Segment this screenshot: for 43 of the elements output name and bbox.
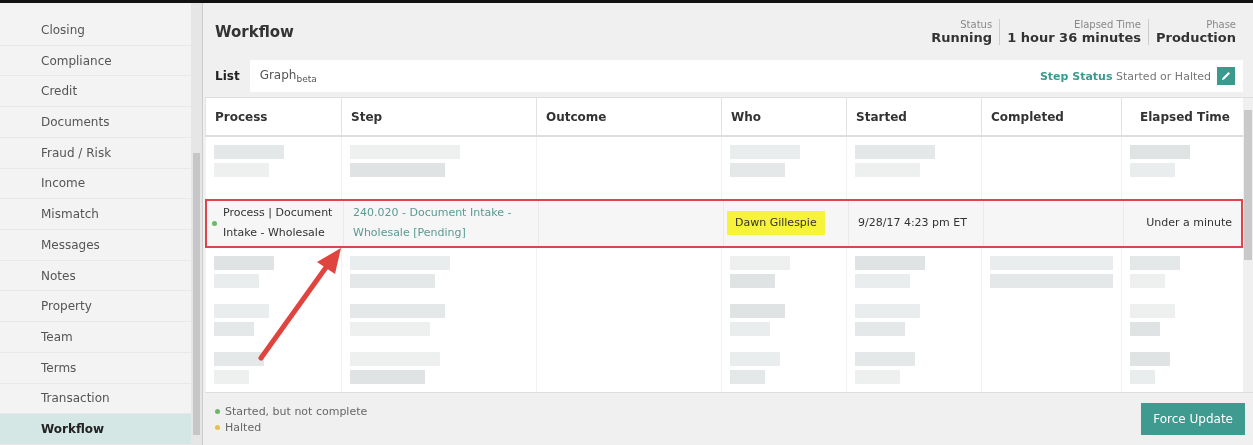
redacted-block	[730, 163, 785, 178]
redacted-block	[855, 256, 925, 270]
redacted-block	[1130, 322, 1160, 336]
redacted-block	[730, 370, 765, 384]
filter-text: Step Status Started or Halted	[1039, 69, 1211, 83]
redacted-block	[1130, 352, 1170, 366]
table-row[interactable]: Process | Document Intake - Wholesale 240.020 - Document Intake - Wholesale [Pending] Dawn Gillespie 9/28/17 4:23 pm ET Under a minute	[205, 198, 1243, 248]
sidebar-item[interactable]: Workflow	[0, 414, 191, 445]
scrollbar[interactable]	[191, 3, 202, 445]
redacted-block	[214, 352, 264, 366]
column-header[interactable]: Process	[205, 98, 341, 136]
stat-value: 1 hour 36 minutes	[1007, 29, 1141, 45]
edit-button[interactable]	[1217, 67, 1235, 85]
tab[interactable]: Graph$_{beta}$	[249, 67, 327, 85]
stat-value: Running	[931, 29, 993, 45]
redacted-block	[214, 145, 284, 160]
column-header[interactable]: Step	[341, 98, 536, 136]
redacted-block	[730, 304, 785, 318]
stat-value: Production	[1156, 29, 1236, 45]
column-header[interactable]: Completed	[981, 98, 1121, 136]
legend-label: Halted	[225, 420, 262, 434]
column-header[interactable]: Outcome	[536, 98, 721, 136]
column-header[interactable]: Elapsed Time	[1121, 98, 1239, 136]
table-cell-text: 9/28/17 4:23 pm ET	[858, 215, 967, 232]
redacted-block	[730, 274, 775, 288]
stat-label: Elapsed Time	[1074, 18, 1141, 30]
legend-label: Started, but not complete	[225, 404, 368, 418]
pencil-icon	[1220, 70, 1232, 82]
redacted-block	[1130, 256, 1180, 270]
table-cell: Dawn Gillespie	[727, 211, 825, 236]
scrollbar[interactable]	[1243, 98, 1253, 392]
stat-label: Phase	[1206, 18, 1236, 30]
table-cell-text: Under a minute	[1146, 215, 1232, 232]
page-title: Workflow	[215, 22, 294, 41]
table-cell-text: Process | Document Intake - Wholesale	[223, 205, 334, 242]
redacted-block	[855, 352, 915, 366]
redacted-block	[855, 322, 905, 336]
redacted-block	[1130, 145, 1190, 160]
stat-label: Status	[960, 18, 993, 30]
redacted-block	[214, 256, 274, 270]
redacted-block	[214, 322, 254, 336]
column-header[interactable]: Started	[846, 98, 981, 136]
column-header[interactable]: Who	[721, 98, 846, 136]
